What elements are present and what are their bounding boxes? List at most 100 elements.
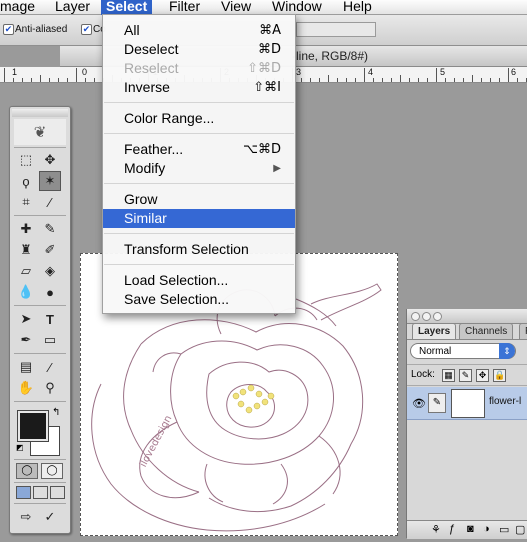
menu-item-all[interactable]: All ⌘A (103, 21, 295, 40)
path-select-icon[interactable]: ➤ (15, 309, 37, 329)
dodge-icon[interactable]: ● (39, 282, 61, 302)
close-icon[interactable] (411, 312, 420, 321)
ruler-tick (346, 78, 347, 82)
blur-icon[interactable]: 💧 (15, 282, 37, 302)
crop-icon[interactable]: ⌗ (15, 192, 37, 212)
swap-colors-icon[interactable]: ↰ (52, 407, 60, 418)
layer-thumbnail[interactable] (451, 389, 485, 418)
mask-icon[interactable]: ◙ (467, 523, 474, 535)
menu-filter[interactable]: Filter (169, 0, 200, 15)
lock-all-icon[interactable]: 🔒 (493, 369, 506, 382)
eyedropper-icon[interactable]: ⁄ (39, 192, 61, 212)
eyedropper2-icon[interactable]: ⁄ (39, 357, 61, 377)
history-brush-icon[interactable]: ✐ (39, 240, 61, 260)
menu-item-color-range[interactable]: Color Range... (103, 109, 295, 128)
select-menu-dropdown: All ⌘A Deselect ⌘D Reselect ⇧⌘D Inverse ⇧⌘I … (102, 14, 296, 314)
ruler-tick (58, 78, 59, 82)
tab-channels[interactable]: Channels (459, 323, 514, 340)
hand-icon[interactable]: ✋ (15, 378, 37, 398)
menu-image[interactable]: mage (0, 0, 35, 15)
ruler-tick (40, 75, 41, 82)
hidden-option-field[interactable] (296, 22, 376, 37)
visibility-eye-icon[interactable]: 👁 (412, 397, 426, 410)
menu-layer[interactable]: Layer (55, 0, 90, 15)
screen-mode-menu-icon[interactable] (33, 486, 48, 499)
lock-label: Lock: (411, 369, 435, 380)
eraser-icon[interactable]: ▱ (15, 261, 37, 281)
menu-item-inverse[interactable]: Inverse ⇧⌘I (103, 78, 295, 97)
edit-in-icon[interactable]: ✓ (39, 507, 61, 527)
lasso-icon[interactable]: ϙ (15, 171, 37, 191)
menu-window[interactable]: Window (272, 0, 322, 15)
anti-aliased-checkbox[interactable]: ✔ (3, 24, 14, 35)
menu-item-save-selection[interactable]: Save Selection... (103, 290, 295, 309)
pen-icon[interactable]: ✒ (15, 330, 37, 350)
lock-position-icon[interactable]: ✥ (476, 369, 489, 382)
ruler-tick (400, 75, 401, 82)
layers-titlebar[interactable] (407, 309, 527, 324)
screen-mode-standard-icon[interactable] (16, 486, 31, 499)
menu-help[interactable]: Help (343, 0, 372, 15)
menu-item-similar[interactable]: Similar (103, 209, 295, 228)
ruler-tick (445, 78, 446, 82)
menu-item-modify[interactable]: Modify ▶ (103, 159, 295, 178)
ruler-tick (499, 78, 500, 82)
ruler-tick (436, 68, 437, 82)
new-group-icon[interactable]: ▭ (499, 523, 509, 536)
move-icon[interactable]: ✥ (39, 150, 61, 170)
foreground-color-swatch[interactable] (17, 410, 49, 442)
tab-paths[interactable]: P (519, 323, 527, 340)
lock-transparency-icon[interactable]: ▦ (442, 369, 455, 382)
menu-item-feather[interactable]: Feather... ⌥⌘D (103, 140, 295, 159)
ruler-tick (490, 78, 491, 82)
jump-to-imageready-icon[interactable]: ⇨ (15, 507, 37, 527)
tools-divider (14, 503, 66, 504)
zoom-window-icon[interactable] (433, 312, 442, 321)
menu-item-transform-selection[interactable]: Transform Selection (103, 240, 295, 259)
ruler-tick (427, 78, 428, 82)
quick-mask-icon[interactable]: ◯ (41, 463, 63, 479)
tools-titlebar[interactable] (12, 109, 68, 117)
menu-separator (104, 233, 294, 234)
screen-mode-full-icon[interactable] (50, 486, 65, 499)
marquee-icon[interactable]: ⬚ (15, 150, 37, 170)
minimize-icon[interactable] (422, 312, 431, 321)
menu-select[interactable]: Select (101, 0, 153, 15)
bucket-icon[interactable]: ◈ (39, 261, 61, 281)
layer-style-icon[interactable]: ƒ (449, 523, 455, 535)
lock-pixels-icon[interactable]: ✎ (459, 369, 472, 382)
menu-item-grow[interactable]: Grow (103, 190, 295, 209)
layer-name[interactable]: flower-l (489, 396, 521, 407)
menu-item-deselect[interactable]: Deselect ⌘D (103, 40, 295, 59)
ruler-tick (355, 78, 356, 82)
contiguous-checkbox[interactable]: ✔ (81, 24, 92, 35)
blend-mode-arrow-icon[interactable]: ⇕ (499, 343, 515, 359)
link-layers-icon[interactable]: ⚘ (431, 523, 441, 536)
menu-separator (104, 102, 294, 103)
feather-logo-icon[interactable]: ❦ (14, 119, 66, 145)
tab-layers[interactable]: Layers (412, 323, 457, 340)
zoom-icon[interactable]: ⚲ (39, 378, 61, 398)
magic-wand-icon[interactable]: ✶ (39, 171, 61, 191)
notes-icon[interactable]: ▤ (15, 357, 37, 377)
anti-aliased-label: Anti-aliased (15, 24, 68, 35)
stamp-icon[interactable]: ♜ (15, 240, 37, 260)
ruler-tick (364, 68, 365, 82)
type-icon[interactable]: T (39, 309, 61, 329)
healing-icon[interactable]: ✚ (15, 219, 37, 239)
standard-mode-icon[interactable]: ◯ (16, 463, 38, 479)
shortcut-label: ⌥⌘D (243, 142, 281, 157)
brush-icon[interactable]: ✎ (39, 219, 61, 239)
layer-row[interactable]: 👁 ✎ flower-l (407, 387, 527, 420)
tools-divider (14, 482, 66, 483)
adjustment-icon[interactable]: ◑ (483, 523, 490, 535)
default-colors-icon[interactable]: ◩ (16, 443, 24, 452)
menu-item-load-selection[interactable]: Load Selection... (103, 271, 295, 290)
new-layer-icon[interactable]: ▢ (515, 523, 525, 536)
ruler-tick (391, 78, 392, 82)
menu-view[interactable]: View (221, 0, 251, 15)
layers-panel: Layers Channels P Normal ⇕ Lock: ▦ ✎ ✥ 🔒… (406, 309, 527, 539)
brush-link-icon[interactable]: ✎ (428, 393, 446, 413)
shape-icon[interactable]: ▭ (39, 330, 61, 350)
menu-separator (104, 133, 294, 134)
